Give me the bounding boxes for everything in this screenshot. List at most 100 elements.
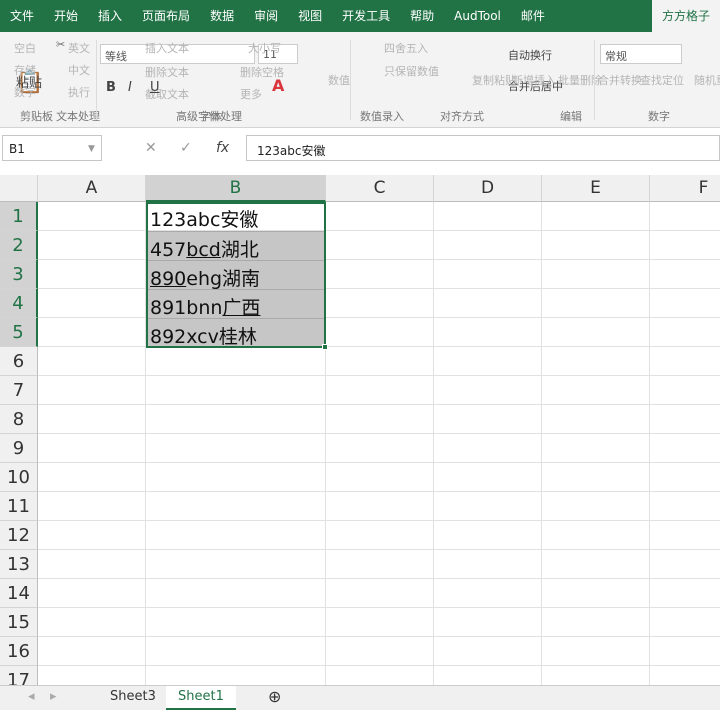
group-alignment: 对齐方式 <box>440 110 484 123</box>
ribbon-tab[interactable]: 页面布局 <box>132 0 200 32</box>
find-locate-button[interactable]: 查找定位 <box>640 72 684 88</box>
sheet-tab-bar: ◂ ▸ Sheet3 Sheet1 ⊕ <box>0 685 720 710</box>
cut-icon[interactable]: ✂ <box>56 38 65 51</box>
column-header-a[interactable]: A <box>38 175 146 202</box>
keep-value-button[interactable]: 只保留数值 <box>384 63 439 79</box>
underline-button[interactable]: U <box>150 80 160 95</box>
cell-text-run: 湖北 <box>220 239 259 261</box>
column-header-e[interactable]: E <box>542 175 650 202</box>
row-header-10[interactable]: 10 <box>0 463 38 492</box>
scroll-right-icon[interactable]: ▸ <box>38 686 69 710</box>
spreadsheet-grid[interactable]: A B C D E F 1 2 3 4 5 6 7 8 9 10 11 12 13 14 15 16 17 123abc安徽 4… <box>0 175 720 685</box>
row-header-14[interactable]: 14 <box>0 579 38 608</box>
ribbon-tab[interactable]: 开发工具 <box>332 0 400 32</box>
new-insert-button[interactable]: 新增插入 <box>512 72 556 88</box>
row-header-1[interactable]: 1 <box>0 202 38 231</box>
row-header-11[interactable]: 11 <box>0 492 38 521</box>
english-button[interactable]: 英文 <box>68 40 90 56</box>
row-header-15[interactable]: 15 <box>0 608 38 637</box>
ribbon-tab-bar: 文件 开始 插入 页面布局 数据 审阅 视图 开发工具 帮助 AudTool 邮件 方方格子 <box>0 0 720 32</box>
ribbon-tab[interactable]: 开始 <box>44 0 88 32</box>
row-header-8[interactable]: 8 <box>0 405 38 434</box>
gridline <box>38 375 720 376</box>
column-header-b[interactable]: B <box>146 175 326 202</box>
gridline <box>38 404 720 405</box>
group-number: 数字 <box>648 110 670 123</box>
cell-b3[interactable]: 890ehg湖南 <box>146 260 326 290</box>
italic-button[interactable]: I <box>128 80 132 95</box>
sheet-tab-sheet1[interactable]: Sheet1 <box>166 686 236 710</box>
column-header-c[interactable]: C <box>326 175 434 202</box>
bold-button[interactable]: B <box>106 80 116 95</box>
enter-icon[interactable]: ✓ <box>180 140 192 156</box>
cell-text-run: 457 <box>150 239 187 261</box>
number-format-select[interactable]: 常规 <box>600 44 682 64</box>
cell-b4[interactable]: 891bnn广西 <box>146 289 326 319</box>
row-header-12[interactable]: 12 <box>0 521 38 550</box>
ribbon-tab[interactable]: 数据 <box>200 0 244 32</box>
ribbon-tab[interactable]: 文件 <box>0 0 44 32</box>
cell-text-run: ehg湖南 <box>186 268 261 290</box>
row-header-3[interactable]: 3 <box>0 260 38 289</box>
formula-input[interactable]: 123abc安徽 <box>246 135 720 161</box>
cell-b2[interactable]: 457bcd湖北 <box>146 231 326 261</box>
row-header-2[interactable]: 2 <box>0 231 38 260</box>
column-header-d[interactable]: D <box>434 175 542 202</box>
sheet-tab-sheet3[interactable]: Sheet3 <box>98 686 168 710</box>
add-sheet-button[interactable]: ⊕ <box>256 686 293 710</box>
ribbon-tab[interactable]: 邮件 <box>511 0 555 32</box>
group-value-entry: 数值录入 <box>360 110 404 123</box>
group-text-process: 文本处理 <box>56 110 100 123</box>
font-color-icon[interactable]: A <box>272 76 284 95</box>
row-header-9[interactable]: 9 <box>0 434 38 463</box>
case-button[interactable]: 大小写 <box>248 40 281 56</box>
gridline <box>38 230 720 231</box>
cell-b1[interactable]: 123abc安徽 <box>146 202 326 231</box>
gridline <box>38 317 720 318</box>
row-header-5[interactable]: 5 <box>0 318 38 347</box>
blank-button[interactable]: 空白 <box>14 40 36 56</box>
ribbon-tab[interactable]: AudTool <box>444 0 511 32</box>
ribbon: 📋 粘贴 空白 存储 数字 ✂ 英文 中文 执行 剪贴板 文本处理 等线 11 … <box>0 32 720 128</box>
gridline <box>38 549 720 550</box>
copy-paste-button[interactable]: 复制粘贴 <box>472 72 516 88</box>
select-all-corner[interactable] <box>0 175 38 202</box>
round-button[interactable]: 四舍五入 <box>384 40 428 56</box>
row-header-13[interactable]: 13 <box>0 550 38 579</box>
cancel-icon[interactable]: ✕ <box>145 140 157 156</box>
gridline <box>38 665 720 666</box>
row-header-4[interactable]: 4 <box>0 289 38 318</box>
name-box-dropdown-icon[interactable]: ▼ <box>88 144 95 154</box>
merge-convert-button[interactable]: 合并转换 <box>598 72 642 88</box>
row-header-16[interactable]: 16 <box>0 637 38 666</box>
numeric-button[interactable]: 数值 <box>328 72 350 88</box>
ribbon-tab[interactable]: 帮助 <box>400 0 444 32</box>
digits-button[interactable]: 数字 <box>14 84 36 100</box>
delete-text-button[interactable]: 删除文本 <box>145 64 189 80</box>
cell-b5[interactable]: 892xcv桂林 <box>146 318 326 348</box>
row-header-6[interactable]: 6 <box>0 347 38 376</box>
gridline <box>38 346 720 347</box>
ribbon-tab[interactable]: 审阅 <box>244 0 288 32</box>
batch-delete-button[interactable]: 批量删除 <box>558 72 602 88</box>
more-button[interactable]: 更多 <box>240 86 262 102</box>
chinese-button[interactable]: 中文 <box>68 62 90 78</box>
group-clipboard: 剪贴板 <box>20 110 53 123</box>
row-header-7[interactable]: 7 <box>0 376 38 405</box>
insert-function-icon[interactable]: fx <box>216 140 229 156</box>
ribbon-tab[interactable]: 插入 <box>88 0 132 32</box>
cell-text-run: 123abc安徽 <box>150 209 259 231</box>
insert-text-button[interactable]: 插入文本 <box>145 40 189 56</box>
column-header-f[interactable]: F <box>650 175 720 202</box>
ribbon-tab[interactable]: 视图 <box>288 0 332 32</box>
save-button[interactable]: 存储 <box>14 62 36 78</box>
fill-handle[interactable] <box>322 344 328 350</box>
ribbon-tab[interactable]: 方方格子 <box>651 0 720 32</box>
random-repeat-button[interactable]: 随机重复 <box>694 72 720 88</box>
gridline <box>38 578 720 579</box>
name-box[interactable]: B1 <box>2 135 102 161</box>
execute-button[interactable]: 执行 <box>68 84 90 100</box>
wrap-text-button[interactable]: 自动换行 <box>508 47 552 63</box>
gridline <box>38 462 720 463</box>
row-header-17[interactable]: 17 <box>0 666 38 685</box>
